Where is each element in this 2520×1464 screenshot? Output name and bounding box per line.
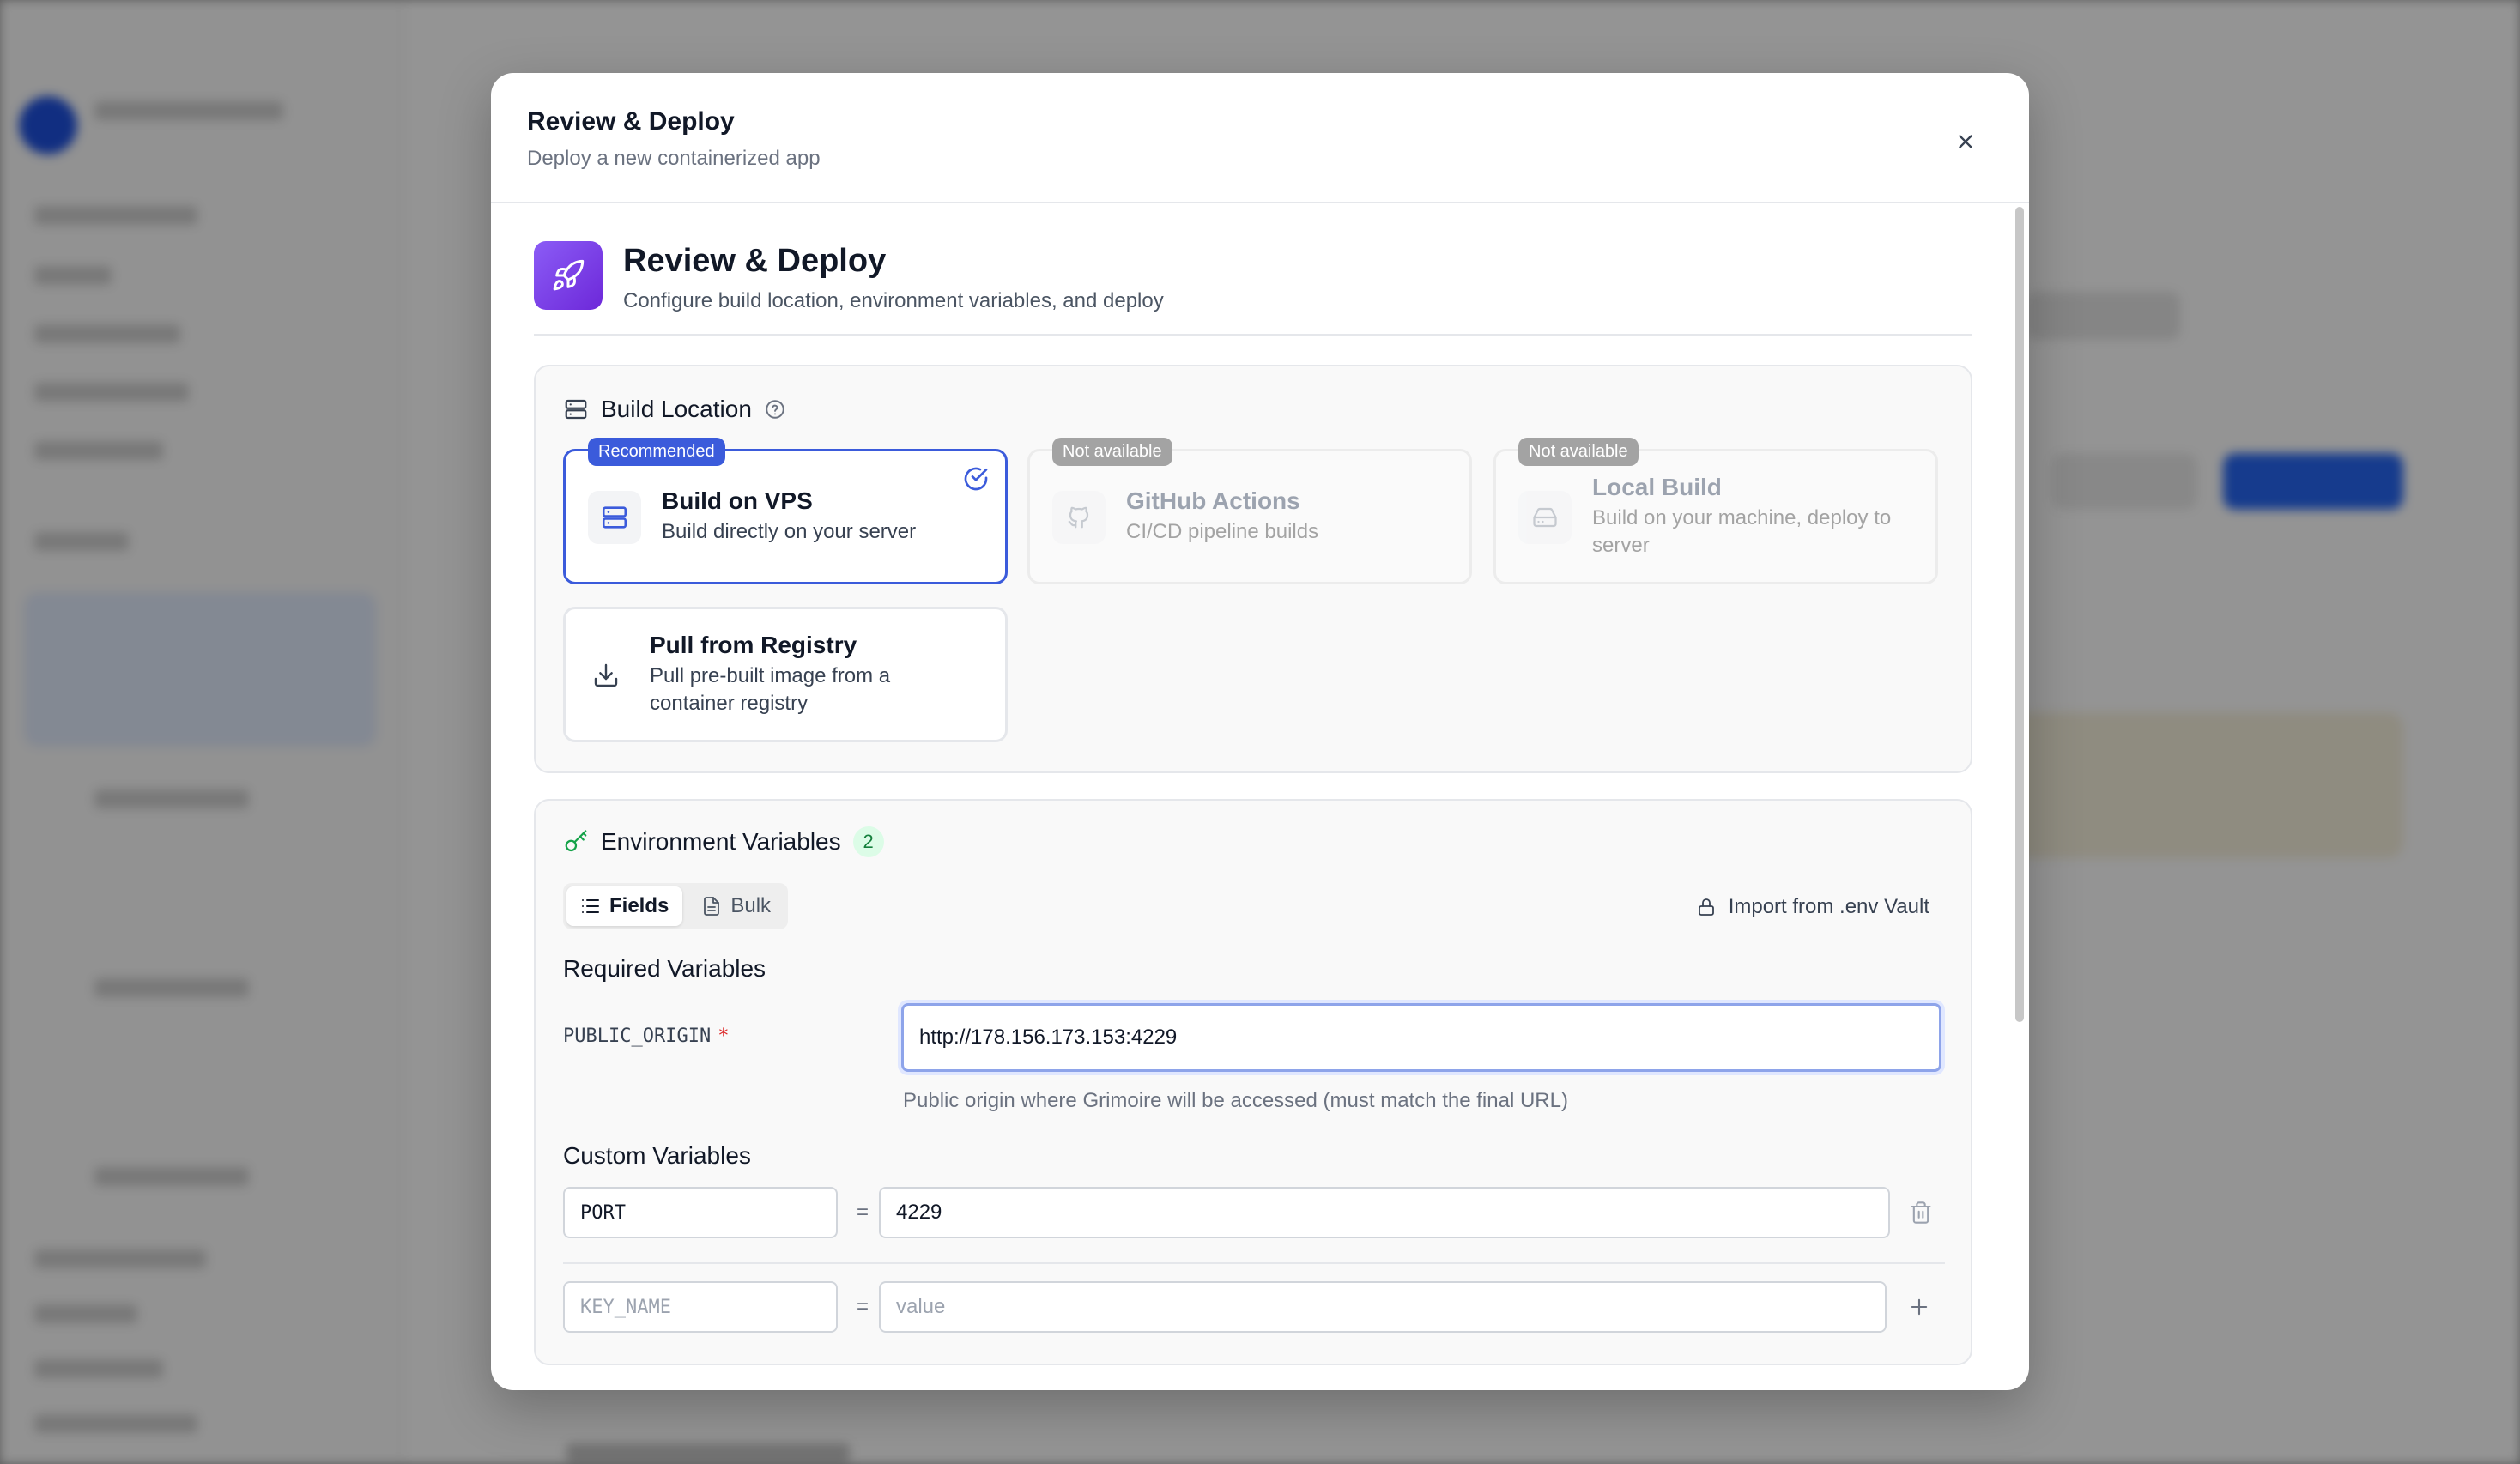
- build-location-heading: Build Location: [563, 396, 786, 423]
- custom-value-value: 4229: [896, 1201, 942, 1224]
- option-description: CI/CD pipeline builds: [1126, 520, 1319, 543]
- equals-separator: =: [857, 1201, 869, 1224]
- option-icon-tile: [1052, 491, 1106, 544]
- list-icon: [582, 899, 599, 913]
- custom-key-input[interactable]: PORT: [563, 1187, 838, 1238]
- option-name: Build on VPS: [662, 487, 813, 514]
- import-env-vault-label: Import from .env Vault: [1728, 895, 1929, 918]
- option-name: Pull from Registry: [650, 632, 857, 658]
- key-icon: [565, 830, 587, 852]
- environment-variables-card: Environment Variables 2 Fields Bulk Impo…: [534, 799, 1972, 1365]
- file-text-icon: [704, 897, 720, 916]
- not-available-badge: Not available: [1518, 438, 1639, 466]
- delete-variable-button[interactable]: [1904, 1195, 1938, 1230]
- divider: [534, 334, 1972, 336]
- download-icon: [594, 663, 618, 687]
- build-option-github-actions: Not available GitHub Actions CI/CD pipel…: [1027, 438, 1472, 584]
- required-variables-heading: Required Variables: [563, 955, 766, 982]
- build-location-card: Build Location Recommended Build on VPS …: [534, 365, 1972, 773]
- public-origin-helper: Public origin where Grimoire will be acc…: [903, 1089, 1568, 1112]
- new-key-input[interactable]: KEY_NAME: [563, 1281, 838, 1333]
- hero-icon-tile: [534, 241, 603, 310]
- build-option-registry[interactable]: Pull from Registry Pull pre-built image …: [563, 607, 1008, 742]
- help-icon[interactable]: [764, 398, 786, 420]
- variable-name-label: PUBLIC_ORIGIN: [563, 1025, 712, 1047]
- build-location-title: Build Location: [601, 396, 752, 422]
- server-icon: [602, 506, 627, 529]
- new-value-input[interactable]: value: [879, 1281, 1887, 1333]
- public-origin-value: http://178.156.173.153:4229: [919, 1025, 1178, 1049]
- import-env-vault-button[interactable]: Import from .env Vault: [1696, 895, 1929, 919]
- new-key-placeholder: KEY_NAME: [580, 1296, 671, 1318]
- hard-drive-icon: [1533, 507, 1557, 528]
- tab-bulk-label: Bulk: [730, 894, 772, 917]
- plus-icon: [1911, 1298, 1928, 1316]
- required-marker: *: [718, 1025, 730, 1047]
- option-name: GitHub Actions: [1126, 487, 1300, 514]
- hero-subtitle: Configure build location, environment va…: [623, 289, 1164, 312]
- add-variable-button[interactable]: [1902, 1290, 1936, 1324]
- not-available-badge: Not available: [1052, 438, 1172, 466]
- option-icon-tile: [588, 491, 641, 544]
- deploy-modal: Review & Deploy Deploy a new containeriz…: [491, 73, 2029, 1390]
- variable-count-badge: 2: [852, 826, 884, 857]
- lock-icon: [1698, 898, 1714, 916]
- variable-name-public-origin: PUBLIC_ORIGIN *: [563, 1025, 729, 1047]
- option-description: Build on your machine, deploy to server: [1592, 506, 1892, 557]
- close-button[interactable]: [1947, 123, 1984, 160]
- rocket-icon: [553, 259, 585, 291]
- custom-value-input[interactable]: 4229: [879, 1187, 1890, 1238]
- build-option-vps[interactable]: Recommended Build on VPS Build directly …: [563, 438, 1008, 584]
- tab-bulk[interactable]: Bulk: [688, 886, 784, 926]
- modal-body[interactable]: Review & Deploy Configure build location…: [491, 203, 2029, 1390]
- option-icon-tile: [579, 649, 633, 702]
- option-name: Local Build: [1592, 474, 1722, 500]
- input-mode-toggle: Fields Bulk: [563, 883, 789, 929]
- tab-fields[interactable]: Fields: [566, 886, 683, 926]
- server-icon: [565, 399, 587, 420]
- build-option-local: Not available Local Build Build on your …: [1493, 438, 1938, 584]
- trash-icon: [1911, 1201, 1931, 1224]
- check-circle-icon: [964, 467, 988, 491]
- divider: [563, 1262, 1945, 1264]
- option-icon-tile: [1518, 491, 1572, 544]
- environment-variables-heading: Environment Variables 2: [563, 826, 884, 857]
- modal-subtitle: Deploy a new containerized app: [527, 147, 821, 170]
- tab-fields-label: Fields: [609, 894, 669, 917]
- modal-title: Review & Deploy: [527, 107, 735, 136]
- new-value-placeholder: value: [896, 1295, 946, 1318]
- environment-variables-title: Environment Variables: [601, 828, 841, 855]
- custom-variables-heading: Custom Variables: [563, 1142, 751, 1169]
- custom-key-value: PORT: [580, 1201, 626, 1224]
- modal-scrollbar[interactable]: [2015, 207, 2024, 1022]
- recommended-badge: Recommended: [588, 438, 725, 466]
- hero-title: Review & Deploy: [623, 243, 887, 279]
- public-origin-input[interactable]: http://178.156.173.153:4229: [901, 1003, 1941, 1072]
- equals-separator: =: [857, 1295, 869, 1318]
- option-description: Build directly on your server: [662, 520, 917, 543]
- close-icon: [1959, 135, 1972, 148]
- github-icon: [1068, 506, 1089, 529]
- modal-header: Review & Deploy Deploy a new containeriz…: [491, 73, 2029, 203]
- option-description: Pull pre-built image from a container re…: [650, 664, 891, 715]
